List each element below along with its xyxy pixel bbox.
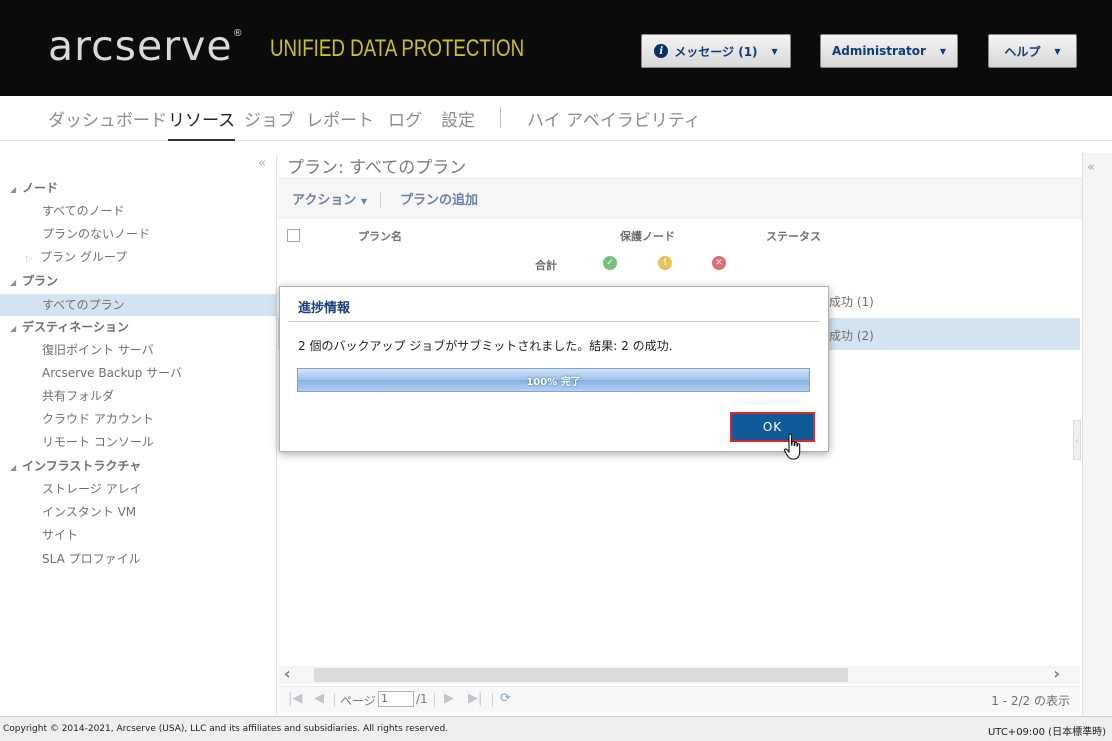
messages-button[interactable]: i メッセージ (1) ▼: [641, 34, 791, 68]
hand-pointer-icon: [783, 433, 801, 460]
status-footer: Copyright © 2014-2021, Arcserve (USA), L…: [0, 716, 1112, 741]
caret-down-icon: ▼: [939, 46, 947, 56]
nav-resources[interactable]: リソース: [168, 106, 236, 141]
caret-down-icon: ▼: [1054, 46, 1061, 56]
nav-reports[interactable]: レポート: [306, 106, 374, 131]
timezone-text: UTC+09:00 (日本標準時): [987, 727, 1106, 738]
dialog-divider: [288, 321, 820, 322]
product-tagline: UNIFIED DATA PROTECTION: [270, 35, 525, 62]
nav-separator: [500, 107, 501, 127]
nav-settings[interactable]: 設定: [441, 106, 475, 131]
progress-dialog: 進捗情報 2 個のバックアップ ジョブがサブミットされました。結果: 2 の成功…: [279, 286, 829, 452]
nav-high-availability[interactable]: ハイ アベイラビリティ: [527, 106, 701, 131]
progress-bar: 100% 完了: [297, 368, 810, 392]
copyright-text: Copyright © 2014-2021, Arcserve (USA), L…: [3, 724, 449, 734]
caret-down-icon: ▼: [771, 46, 778, 56]
main-nav: ダッシュボード リソース ジョブ レポート ログ 設定 ハイ アベイラビリティ: [0, 96, 1112, 141]
dialog-title: 進捗情報: [298, 301, 351, 316]
user-menu-button[interactable]: Administrator ▼: [820, 34, 958, 68]
info-icon: i: [654, 44, 669, 58]
progress-text: 100% 完了: [526, 377, 581, 388]
dialog-message: 2 個のバックアップ ジョブがサブミットされました。結果: 2 の成功.: [298, 339, 673, 353]
app-header: arcserve® UNIFIED DATA PROTECTION i メッセー…: [0, 0, 1112, 96]
help-button[interactable]: ヘルプ ▼: [988, 34, 1077, 68]
nav-dashboard[interactable]: ダッシュボード: [48, 106, 167, 131]
nav-logs[interactable]: ログ: [388, 106, 422, 131]
arcserve-logo: arcserve®: [48, 22, 244, 70]
nav-jobs[interactable]: ジョブ: [244, 106, 295, 131]
